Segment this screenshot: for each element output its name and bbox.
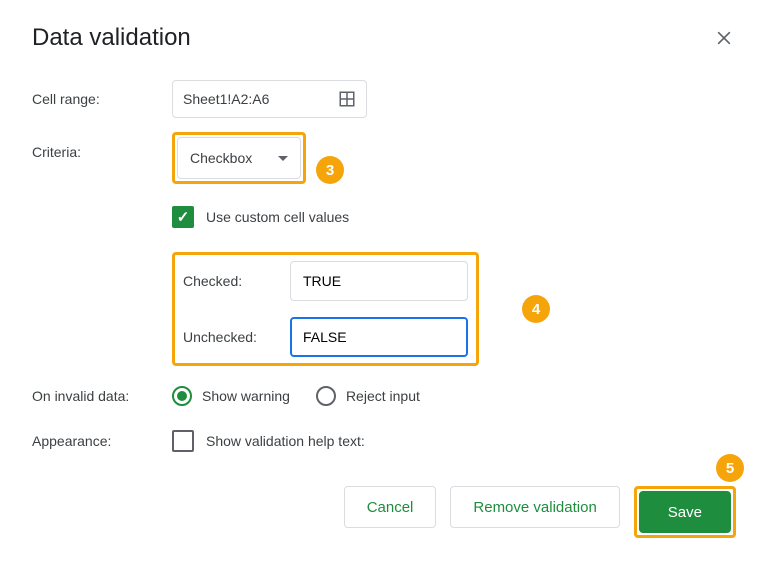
dialog-title: Data validation [32,24,191,52]
callout-5: 5 [716,454,744,482]
criteria-select[interactable]: Checkbox [177,137,301,179]
show-warning-label: Show warning [202,388,290,404]
appearance-help-label: Show validation help text: [206,433,365,449]
appearance-checkbox[interactable] [172,430,194,452]
custom-values-group: Checked: Unchecked: 4 [172,252,736,366]
checked-row: Checked: [175,261,468,301]
save-wrap: 5 Save [634,486,736,538]
close-icon[interactable] [712,26,736,50]
on-invalid-row: On invalid data: Show warning Reject inp… [32,386,736,406]
highlight-criteria: Checkbox [172,132,306,184]
highlight-values: Checked: Unchecked: [172,252,479,366]
unchecked-row: Unchecked: [175,317,468,357]
on-invalid-label: On invalid data: [32,388,172,404]
chevron-down-icon [278,156,288,161]
callout-4: 4 [522,295,550,323]
save-button[interactable]: Save [639,491,731,533]
cancel-button[interactable]: Cancel [344,486,437,528]
unchecked-input[interactable] [290,317,468,357]
criteria-selected: Checkbox [190,150,252,166]
checkmark-icon: ✓ [177,208,190,226]
reject-input-label: Reject input [346,388,420,404]
criteria-label: Criteria: [32,132,172,160]
checked-label: Checked: [175,273,290,289]
remove-validation-button[interactable]: Remove validation [450,486,619,528]
use-custom-values-label: Use custom cell values [206,209,349,225]
use-custom-values-row: ✓ Use custom cell values [172,206,736,228]
unchecked-label: Unchecked: [175,329,290,345]
cell-range-value: Sheet1!A2:A6 [183,91,269,107]
dialog-footer: Cancel Remove validation 5 Save [32,486,736,538]
grid-icon[interactable] [338,90,356,108]
cell-range-row: Cell range: Sheet1!A2:A6 [32,80,736,118]
radio-icon [316,386,336,406]
cell-range-label: Cell range: [32,91,172,107]
show-warning-option[interactable]: Show warning [172,386,290,406]
reject-input-option[interactable]: Reject input [316,386,420,406]
use-custom-values-checkbox[interactable]: ✓ [172,206,194,228]
data-validation-dialog: Data validation Cell range: Sheet1!A2:A6… [0,0,768,562]
dialog-header: Data validation [32,24,736,52]
appearance-row: Appearance: Show validation help text: [32,430,736,452]
checked-input[interactable] [290,261,468,301]
callout-3: 3 [316,156,344,184]
appearance-label: Appearance: [32,433,172,449]
radio-selected-icon [172,386,192,406]
invalid-radio-group: Show warning Reject input [172,386,446,406]
cell-range-input[interactable]: Sheet1!A2:A6 [172,80,367,118]
highlight-save: Save [634,486,736,538]
criteria-wrap: Checkbox 3 [172,132,306,184]
criteria-row: Criteria: Checkbox 3 [32,132,736,184]
